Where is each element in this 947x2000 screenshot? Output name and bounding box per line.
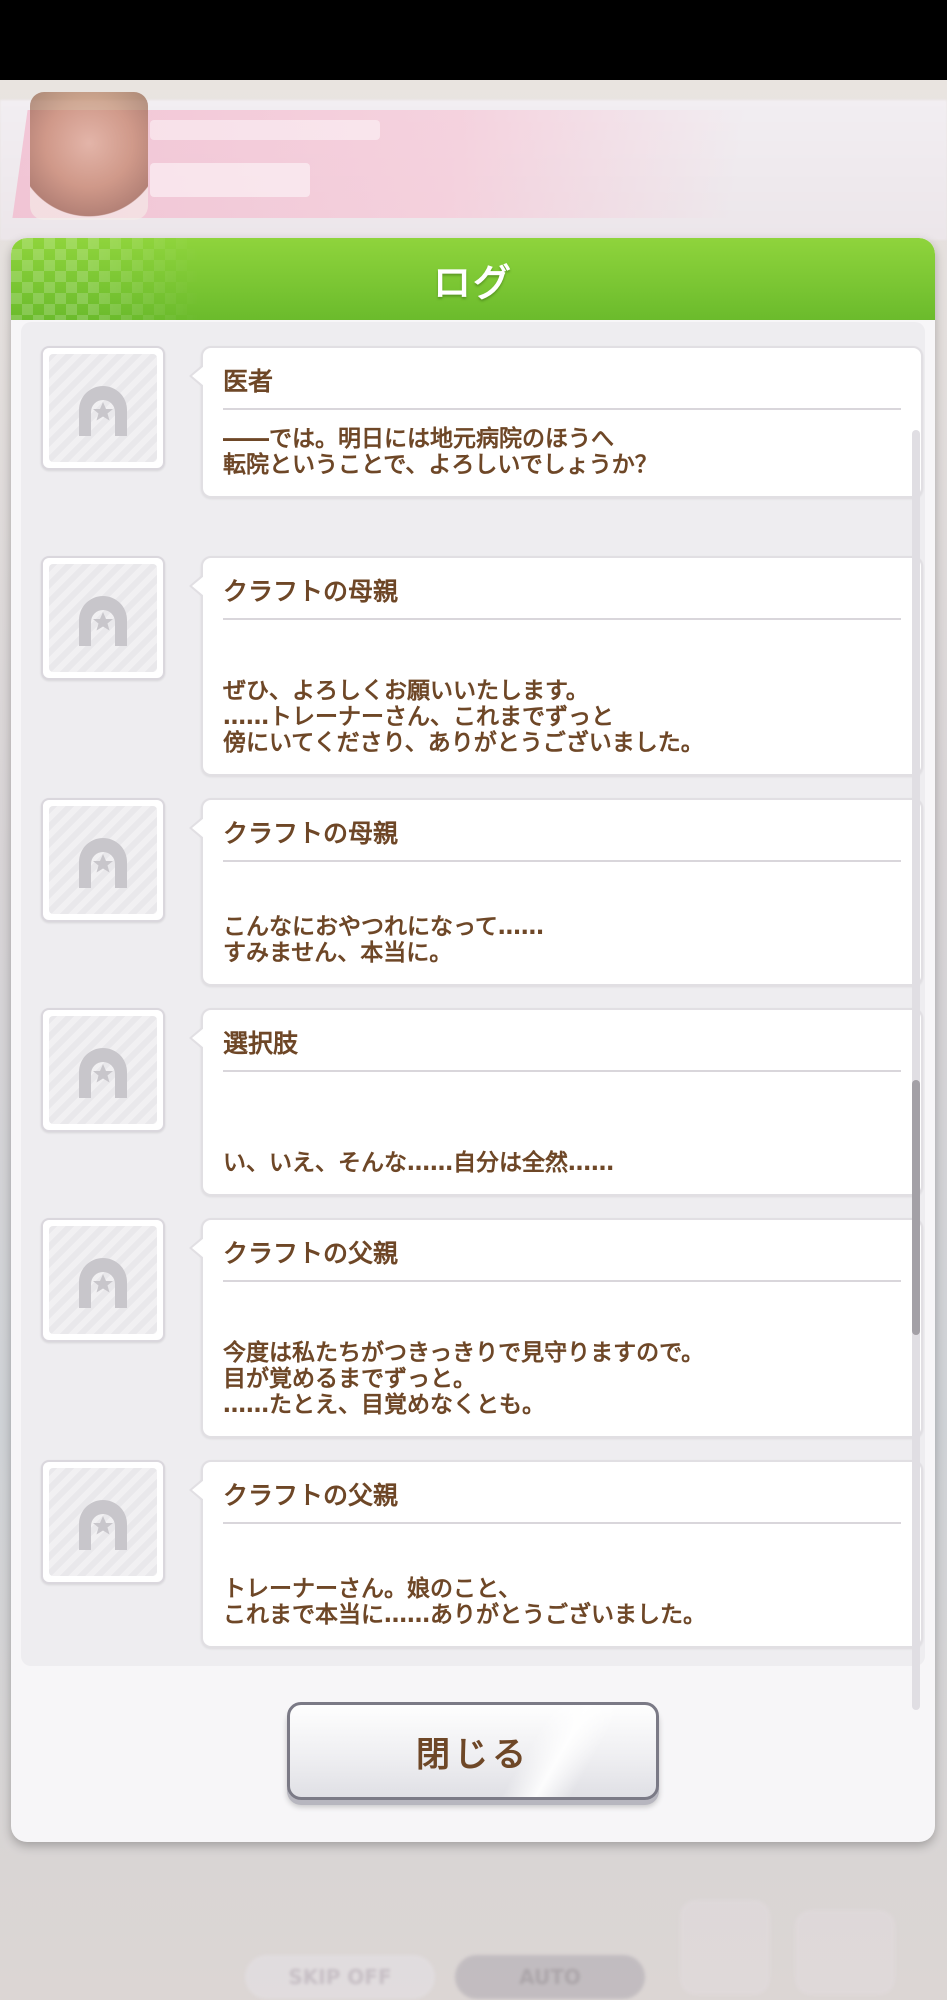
dialogue-text: トレーナーさん。娘のこと、 これまで本当に……ありがとうございました。: [223, 1576, 905, 1628]
avatar-placeholder: [49, 806, 157, 914]
log-entry: クラフトの父親今度は私たちがつきっきりで見守りますので。 目が覚めるまでずっと。……: [21, 1218, 925, 1438]
close-button[interactable]: 閉じる: [287, 1702, 659, 1800]
avatar-placeholder: [49, 1468, 157, 1576]
dialogue-line: すみません、本当に。: [223, 940, 453, 966]
log-entry: 医者 ――では。明日には地元病院のほうへ 転院ということで、よろしいでしょうか？: [21, 346, 925, 498]
avatar-placeholder: [49, 1226, 157, 1334]
horseshoe-star-icon: [79, 838, 127, 888]
dialogue-bubble: クラフトの父親今度は私たちがつきっきりで見守りますので。 目が覚めるまでずっと。……: [189, 1218, 923, 1438]
speaker-avatar: [41, 1218, 165, 1342]
skip-toggle: SKIP OFF: [245, 1955, 435, 1999]
log-list[interactable]: 医者 ――では。明日には地元病院のほうへ 転院ということで、よろしいでしょうか？ クラ…: [21, 322, 925, 1710]
bubble-divider: [223, 408, 901, 410]
dialogue-line: トレーナーさん。娘のこと、: [223, 1576, 522, 1602]
speaker-name: 選択肢: [223, 1029, 299, 1058]
speaker-avatar: [41, 556, 165, 680]
log-entry: クラフトの母親こんなにおやつれになって…… すみません、本当に。: [21, 798, 925, 986]
avatar-placeholder: [49, 564, 157, 672]
speaker-name: 医者: [223, 367, 274, 396]
dialogue-bubble: クラフトの母親こんなにおやつれになって…… すみません、本当に。: [189, 798, 923, 986]
dialogue-bubble: 選択肢い、いえ、そんな……自分は全然……: [189, 1008, 923, 1196]
dialogue-line: こんなにおやつれになって……: [223, 914, 544, 940]
dialogue-line: 転院ということで、よろしいでしょうか？: [223, 452, 658, 478]
dialogue-bubble: クラフトの母親ぜひ、よろしくお願いいたします。 ……トレーナーさん、これまでずっと…: [189, 556, 923, 776]
close-button-label: 閉じる: [416, 1734, 530, 1775]
dialogue-line: ……たとえ、目覚めなくとも。: [223, 1392, 545, 1418]
background-name-blur: [150, 163, 310, 197]
speaker-name: クラフトの父親: [223, 1481, 399, 1510]
log-icon: [680, 1900, 770, 1995]
dialogue-text: い、いえ、そんな……自分は全然……: [223, 1150, 905, 1176]
horseshoe-star-icon: [79, 1048, 127, 1098]
dialogue-line: ぜひ、よろしくお願いいたします。: [223, 678, 589, 704]
horseshoe-star-icon: [79, 1500, 127, 1550]
avatar-placeholder: [49, 1016, 157, 1124]
speaker-avatar: [41, 1460, 165, 1584]
horseshoe-star-icon: [79, 596, 127, 646]
dialog-title: ログ: [432, 260, 513, 305]
auto-toggle: AUTO: [455, 1955, 645, 1999]
background-character-portrait: [30, 92, 148, 220]
speaker-name: クラフトの母親: [223, 819, 399, 848]
scrollbar-thumb[interactable]: [912, 1080, 920, 1335]
bubble-divider: [223, 860, 901, 862]
bubble-divider: [223, 1280, 901, 1282]
log-entry: クラフトの父親トレーナーさん。娘のこと、 これまで本当に……ありがとうございました…: [21, 1460, 925, 1648]
background-subtitle-blur: [150, 120, 380, 140]
speaker-avatar: [41, 1008, 165, 1132]
dialogue-line: 今度は私たちがつきっきりで見守りますので。: [223, 1340, 705, 1366]
log-entry: クラフトの母親ぜひ、よろしくお願いいたします。 ……トレーナーさん、これまでずっと…: [21, 556, 925, 776]
dialogue-line: 目が覚めるまでずっと。: [223, 1366, 476, 1392]
dialogue-line: これまで本当に……ありがとうございました。: [223, 1602, 706, 1628]
status-bar: [0, 0, 947, 80]
log-dialog: ログ 医者 ――では。明日には地元病院のほうへ 転院ということで、よろしいでしょうか…: [11, 238, 935, 1842]
dialogue-line: ――では。明日には地元病院のほうへ: [223, 426, 614, 452]
log-entry: 選択肢い、いえ、そんな……自分は全然……: [21, 1008, 925, 1196]
dialogue-line: 傍にいてくださり、ありがとうございました。: [223, 730, 704, 756]
speaker-avatar: [41, 346, 165, 470]
dialogue-text: ――では。明日には地元病院のほうへ 転院ということで、よろしいでしょうか？: [223, 426, 905, 478]
avatar-placeholder: [49, 354, 157, 462]
scrollbar[interactable]: [912, 430, 920, 1710]
dialogue-text: ぜひ、よろしくお願いいたします。 ……トレーナーさん、これまでずっと 傍にいてくださ…: [223, 678, 905, 756]
dialog-header: ログ: [11, 238, 935, 320]
dialogue-text: こんなにおやつれになって…… すみません、本当に。: [223, 914, 905, 966]
horseshoe-star-icon: [79, 1258, 127, 1308]
background-controls: SKIP OFF AUTO: [0, 1845, 947, 2000]
speaker-name: クラフトの母親: [223, 577, 399, 606]
bubble-divider: [223, 1522, 901, 1524]
speaker-avatar: [41, 798, 165, 922]
dialogue-bubble: クラフトの父親トレーナーさん。娘のこと、 これまで本当に……ありがとうございました…: [189, 1460, 923, 1648]
hamburger-menu-icon: [795, 1910, 895, 1995]
bubble-divider: [223, 618, 901, 620]
speaker-name: クラフトの父親: [223, 1239, 399, 1268]
dialogue-bubble: 医者 ――では。明日には地元病院のほうへ 転院ということで、よろしいでしょうか？: [189, 346, 923, 498]
dialogue-line: い、いえ、そんな……自分は全然……: [223, 1150, 614, 1176]
bubble-divider: [223, 1070, 901, 1072]
horseshoe-star-icon: [79, 386, 127, 436]
dialogue-line: ……トレーナーさん、これまでずっと: [223, 704, 614, 730]
dialogue-text: 今度は私たちがつきっきりで見守りますので。 目が覚めるまでずっと。 ……たとえ、目覚…: [223, 1340, 905, 1418]
